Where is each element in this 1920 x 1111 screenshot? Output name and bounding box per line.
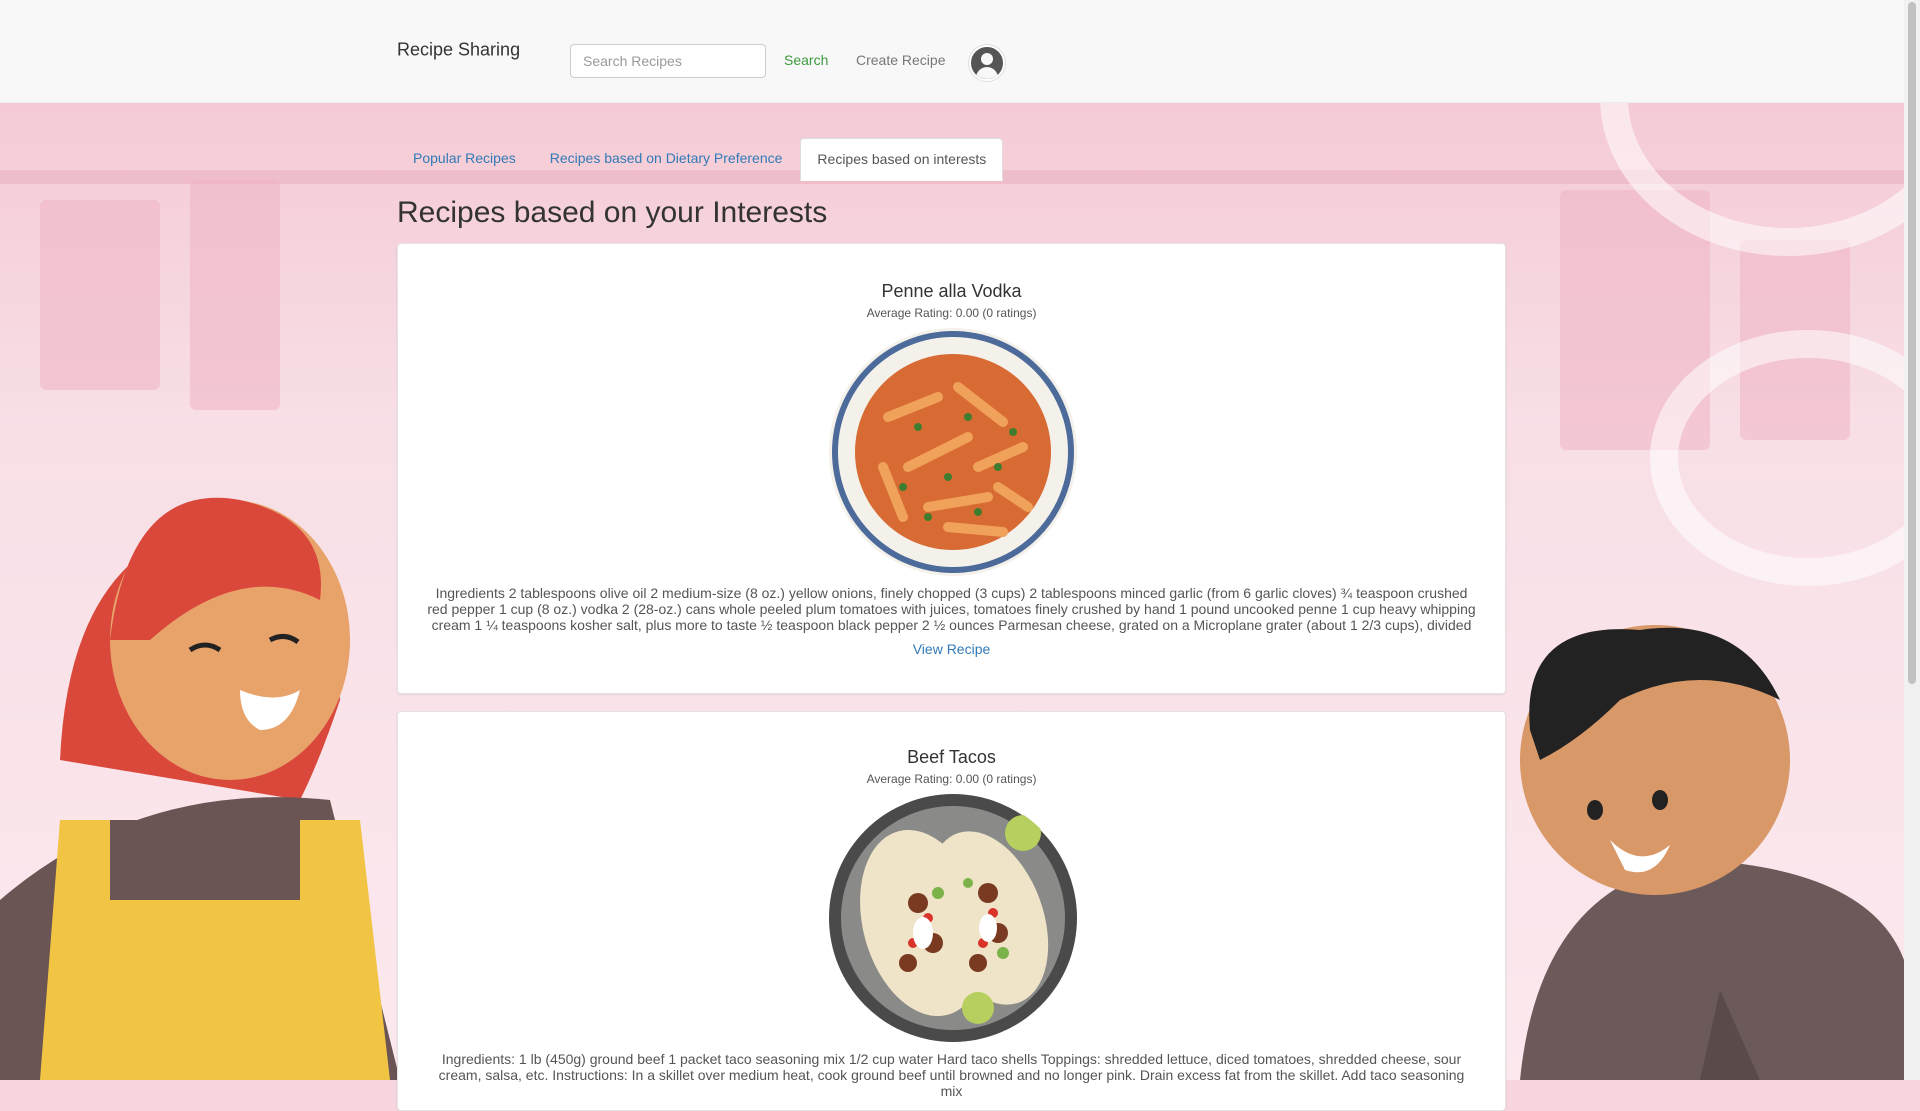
- page-title: Recipes based on your Interests: [397, 196, 828, 229]
- page-scrollbar[interactable]: [1904, 0, 1920, 1080]
- recipe-ingredients: Ingredients: 1 lb (450g) ground beef 1 p…: [438, 1051, 1465, 1099]
- recipe-tabs: Popular Recipes Recipes based on Dietary…: [397, 138, 1005, 181]
- recipe-ingredients: Ingredients 2 tablespoons olive oil 2 me…: [427, 585, 1476, 633]
- top-navbar: Recipe Sharing Search Create Recipe: [0, 0, 1904, 103]
- recipe-title: Beef Tacos: [907, 747, 996, 767]
- brand-logo-text[interactable]: Recipe Sharing: [397, 40, 520, 61]
- recipe-image-tacos: [828, 793, 1078, 1043]
- search-button[interactable]: Search: [784, 52, 828, 68]
- tab-dietary-preference[interactable]: Recipes based on Dietary Preference: [534, 138, 799, 179]
- tab-interests[interactable]: Recipes based on interests: [800, 138, 1004, 181]
- recipe-image-pasta: [828, 327, 1078, 577]
- view-recipe-link[interactable]: View Recipe: [398, 641, 1505, 657]
- recipe-card: Beef Tacos Average Rating: 0.00 (0 ratin…: [397, 711, 1506, 1111]
- user-avatar-icon[interactable]: [969, 45, 1005, 81]
- create-recipe-link[interactable]: Create Recipe: [856, 52, 946, 68]
- search-input[interactable]: [570, 44, 766, 78]
- tab-popular-recipes[interactable]: Popular Recipes: [397, 138, 532, 179]
- recipe-rating: Average Rating: 0.00 (0 ratings): [866, 772, 1037, 786]
- recipe-title: Penne alla Vodka: [881, 281, 1022, 301]
- recipe-card: Penne alla Vodka Average Rating: 0.00 (0…: [397, 243, 1506, 694]
- scrollbar-thumb[interactable]: [1908, 2, 1916, 684]
- recipe-rating: Average Rating: 0.00 (0 ratings): [866, 306, 1037, 320]
